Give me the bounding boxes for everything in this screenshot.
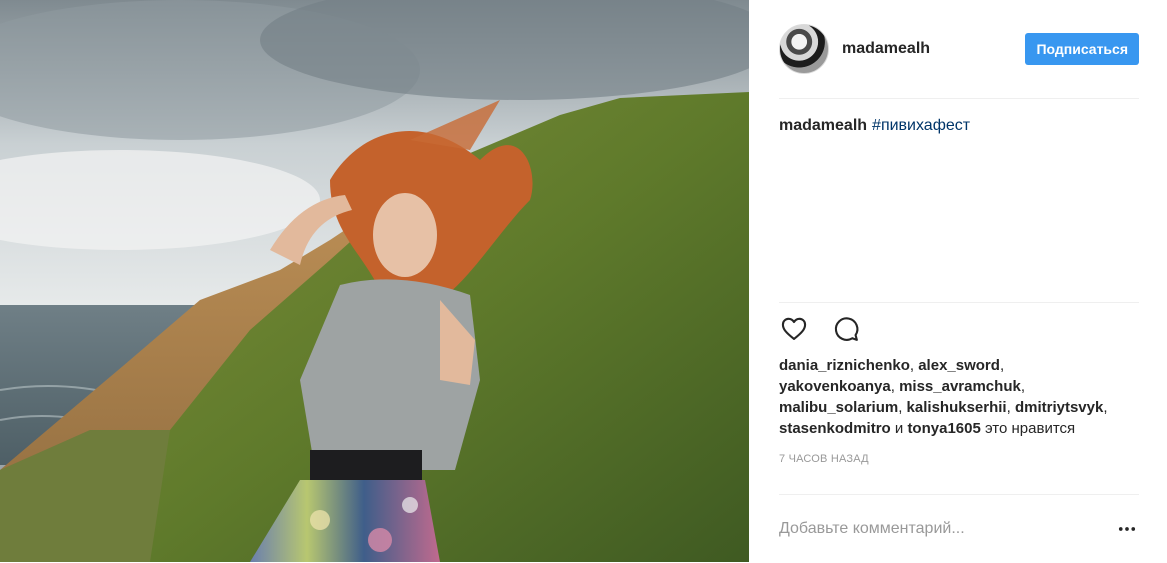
likes-summary: dania_riznichenko, alex_sword, yakovenko… xyxy=(779,357,1108,437)
post-sidebar: madamealh Подписаться madamealh #пивихафе… xyxy=(749,0,1167,562)
post-caption: madamealh #пивихафест xyxy=(779,99,1139,303)
comment-box xyxy=(779,494,1139,563)
likes-and-word: и xyxy=(894,420,904,437)
more-options-button[interactable] xyxy=(1115,517,1139,541)
comment-input[interactable] xyxy=(779,520,1115,538)
follow-button[interactable]: Подписаться xyxy=(1025,33,1139,65)
heart-icon xyxy=(781,317,807,340)
liker-link[interactable]: miss_avramchuk xyxy=(899,378,1021,395)
liker-link[interactable]: dania_riznichenko xyxy=(779,357,910,374)
hashtag-link[interactable]: #пивихафест xyxy=(872,117,970,134)
liker-link[interactable]: alex_sword xyxy=(918,357,1000,374)
caption-username[interactable]: madamealh xyxy=(779,117,867,134)
likes-suffix: это нравится xyxy=(984,420,1076,437)
post-header: madamealh Подписаться xyxy=(779,0,1139,99)
liker-link[interactable]: dmitriytsvyk xyxy=(1015,399,1103,416)
post-timestamp[interactable]: 7 часов назад xyxy=(779,453,1139,473)
header-username[interactable]: madamealh xyxy=(842,40,930,58)
avatar[interactable] xyxy=(779,24,829,74)
ellipsis-icon xyxy=(1118,527,1136,531)
like-button[interactable] xyxy=(779,314,809,344)
liker-link[interactable]: kalishukserhii xyxy=(907,399,1007,416)
speech-bubble-icon xyxy=(834,317,859,341)
liker-link[interactable]: yakovenkoanya xyxy=(779,378,891,395)
photo-illustration xyxy=(0,0,749,562)
liker-link[interactable]: tonya1605 xyxy=(907,420,980,437)
comment-button[interactable] xyxy=(831,314,861,344)
post-photo[interactable] xyxy=(0,0,749,562)
post-container: madamealh Подписаться madamealh #пивихафе… xyxy=(0,0,1167,562)
action-bar xyxy=(779,303,1139,355)
liker-link[interactable]: stasenkodmitro xyxy=(779,420,891,437)
liker-link[interactable]: malibu_solarium xyxy=(779,399,898,416)
